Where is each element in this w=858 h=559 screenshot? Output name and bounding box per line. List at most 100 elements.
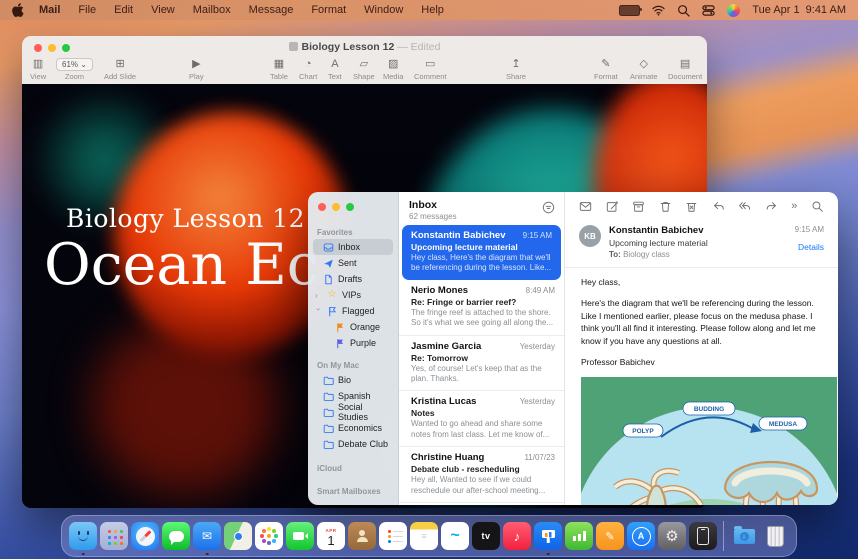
forward-icon[interactable] [765,200,778,213]
search-icon[interactable] [677,4,690,17]
jellyfish-lifecycle-diagram[interactable]: POLYP BUDDING MEDUSA [581,377,837,506]
dock-item-notes[interactable]: ≡ [410,522,438,550]
dock-item-contacts[interactable] [348,522,376,550]
dock-item-calendar[interactable]: APR1 [317,522,345,550]
dock-item-safari[interactable] [131,522,159,550]
battery-icon[interactable] [619,5,640,16]
archive-icon[interactable] [632,200,645,213]
dock-item-freeform[interactable]: ~ [441,522,469,550]
message-row[interactable]: Christine Huang11/07/23 Debate club - re… [399,446,564,502]
more-icon[interactable]: » [791,200,797,213]
message-row-selected[interactable]: Konstantin Babichev9:15 AM Upcoming lect… [402,225,561,280]
sidebar-item-vips[interactable]: › ☆ VIPs [313,287,393,303]
dock-item-mail[interactable]: ✉ [193,522,221,550]
menu-message[interactable]: Message [240,0,303,20]
sidebar-item-economics[interactable]: Economics [313,420,393,436]
view-button[interactable]: ▥View [30,58,46,81]
dock-item-pages[interactable]: ✎ [596,522,624,550]
sidebar-item-social-studies[interactable]: Social Studies [313,404,393,420]
menu-view[interactable]: View [142,0,184,20]
dock-item-keynote[interactable] [534,522,562,550]
menu-file[interactable]: File [69,0,105,20]
play-button[interactable]: ▶Play [189,58,204,81]
comment-button[interactable]: ▭Comment [414,58,447,81]
zoom-window-button[interactable] [346,203,354,211]
sidebar-item-bio[interactable]: Bio [313,372,393,388]
dock-item-messages[interactable] [162,522,190,550]
icloud-header[interactable]: iCloud [308,460,398,475]
table-button[interactable]: ▦Table [270,58,288,81]
smart-mailboxes-header[interactable]: Smart Mailboxes [308,483,398,498]
animate-button[interactable]: ◇Animate [630,58,658,81]
close-button[interactable] [318,203,326,211]
wifi-icon[interactable] [652,4,665,17]
dock-item-tv[interactable]: tv [472,522,500,550]
share-button[interactable]: ↥Share [506,58,526,81]
menu-format[interactable]: Format [302,0,355,20]
trash-icon[interactable] [659,200,672,213]
message-detail-pane: » KB Konstantin Babichev [565,192,838,505]
junk-icon[interactable] [685,200,698,213]
colorful-status-icon[interactable] [727,4,740,17]
sidebar-item-orange-flag[interactable]: Orange [313,319,393,335]
folder-icon [322,438,334,450]
sidebar-item-sent[interactable]: Sent [313,255,393,271]
dock-item-numbers[interactable] [565,522,593,550]
menu-edit[interactable]: Edit [105,0,142,20]
dock-item-iphone-mirroring[interactable] [689,522,717,550]
reply-all-icon[interactable] [738,200,751,213]
message-row[interactable]: Nerio Mones8:49 AM Re: Fringe or barrier… [399,280,564,335]
sidebar-item-purple-flag[interactable]: Purple [313,335,393,351]
chevron-down-icon[interactable]: › [314,308,323,315]
control-center-icon[interactable] [702,4,715,17]
shape-button[interactable]: ▱Shape [353,58,375,81]
chevron-right-icon[interactable]: › [315,291,322,300]
media-button[interactable]: ▨Media [383,58,403,81]
sidebar-item-drafts[interactable]: Drafts [313,271,393,287]
message-row[interactable]: Jasmine GarciaYesterday Re: Tomorrow Yes… [399,335,564,391]
dock-item-launchpad[interactable] [100,522,128,550]
menu-mail[interactable]: Mail [30,0,69,20]
search-icon[interactable] [811,200,824,213]
animate-icon: ◇ [640,58,648,71]
text-button[interactable]: AText [328,58,342,81]
message-row[interactable]: Darla Davidson11/05/23 Tomorrow's class … [399,502,564,505]
format-button[interactable]: ✎Format [594,58,618,81]
reply-icon[interactable] [712,200,725,213]
envelope-icon[interactable] [579,200,592,213]
sidebar-item-flagged[interactable]: › Flagged [313,303,393,319]
sidebar-item-debate-club[interactable]: Debate Club [313,436,393,452]
chart-button[interactable]: ◔Chart [299,58,317,81]
dock-item-system-settings[interactable]: ⚙ [658,522,686,550]
mail-traffic-lights[interactable] [318,203,354,211]
menu-bar-time: 9:41 AM [806,4,846,16]
document-button[interactable]: ▤Document [668,58,702,81]
media-icon: ▨ [388,58,398,71]
zoom-control[interactable]: 61% ⌄Zoom [56,58,93,81]
apple-menu-icon[interactable] [12,3,24,17]
menu-bar-clock[interactable]: Tue Apr 19:41 AM [752,4,846,16]
add-slide-button[interactable]: ⊞Add Slide [104,58,136,81]
keynote-window-title: Biology Lesson 12 — Edited [22,41,707,53]
sidebar-item-inbox[interactable]: Inbox [313,239,393,255]
dock-item-facetime[interactable] [286,522,314,550]
dock-item-trash[interactable] [761,522,789,550]
menu-bar: Mail File Edit View Mailbox Message Form… [0,0,858,20]
dock-item-reminders[interactable] [379,522,407,550]
menu-help[interactable]: Help [412,0,453,20]
pages-pen-icon: ✎ [605,530,614,543]
dock-item-app-store[interactable]: A [627,522,655,550]
dock-item-maps[interactable] [224,522,252,550]
zoom-value[interactable]: 61% ⌄ [56,58,93,71]
menu-window[interactable]: Window [355,0,412,20]
menu-mailbox[interactable]: Mailbox [184,0,240,20]
dock-item-photos[interactable] [255,522,283,550]
message-row[interactable]: Kristina LucasYesterday Notes Wanted to … [399,390,564,446]
compose-icon[interactable] [606,200,619,213]
dock-item-downloads[interactable]: ↓ [730,522,758,550]
dock-item-finder[interactable] [69,522,97,550]
details-link[interactable]: Details [795,242,824,252]
minimize-button[interactable] [332,203,340,211]
filter-icon[interactable] [542,201,555,219]
dock-item-music[interactable]: ♪ [503,522,531,550]
